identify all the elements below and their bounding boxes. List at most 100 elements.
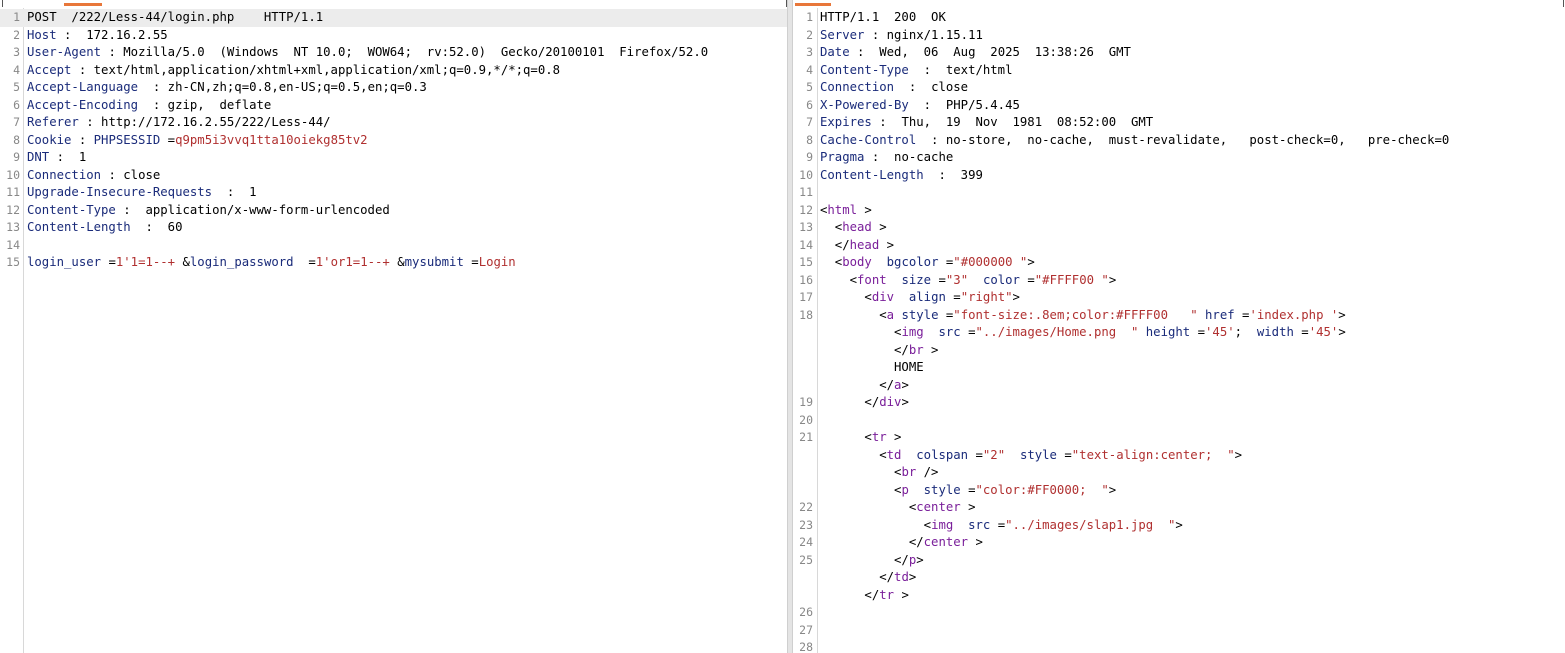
- header-name: mysubmit: [404, 255, 464, 269]
- header-name: Cache-Control: [820, 132, 917, 147]
- response-line[interactable]: 11: [793, 184, 1565, 202]
- line-number: 22: [799, 500, 813, 514]
- response-line[interactable]: HOME: [793, 359, 1565, 377]
- header-name: Pragma: [820, 150, 865, 164]
- html-tag: center: [923, 535, 969, 549]
- response-line[interactable]: <td colspan ="2" style ="text-align:cent…: [793, 447, 1565, 465]
- line-number: 26: [799, 605, 813, 619]
- response-active-tab-indicator[interactable]: [795, 3, 831, 6]
- plain-text: <: [820, 307, 887, 322]
- response-line[interactable]: 12 <html >: [793, 202, 1565, 220]
- response-line[interactable]: 23 <img src ="../images/slap1.jpg ">: [793, 517, 1565, 535]
- plain-text: : 172.16.2.55: [56, 27, 168, 42]
- response-line[interactable]: 9 Pragma : no-cache: [793, 149, 1565, 167]
- top-tab-strip: [0, 0, 1565, 8]
- request-line[interactable]: 7 Referer : http://172.16.2.55/222/Less-4…: [0, 114, 787, 132]
- response-line[interactable]: 17 <div align ="right">: [793, 289, 1565, 307]
- request-line[interactable]: 1 POST /222/Less-44/login.php HTTP/1.1: [0, 9, 787, 27]
- plain-text: >: [901, 395, 909, 409]
- plain-text: : Mozilla/5.0 (Windows NT 10.0; WOW64; r…: [101, 45, 709, 59]
- response-line[interactable]: 8 Cache-Control : no-store, no-cache, mus…: [793, 132, 1565, 150]
- response-line[interactable]: <img src ="../images/Home.png " height =…: [793, 324, 1565, 342]
- request-active-tab-indicator[interactable]: [64, 3, 102, 6]
- line-number: 18: [799, 307, 813, 322]
- response-line[interactable]: 10 Content-Length : 399: [793, 167, 1565, 185]
- response-line[interactable]: 6 X-Powered-By : PHP/5.4.45: [793, 97, 1565, 115]
- request-line[interactable]: 9 DNT : 1: [0, 149, 787, 167]
- response-line[interactable]: </tr >: [793, 587, 1565, 605]
- line-code: login_user =1'1=1--+ &login_password =1'…: [27, 254, 516, 272]
- response-line[interactable]: 5 Connection : close: [793, 79, 1565, 97]
- response-line[interactable]: 2 Server : nginx/1.15.11: [793, 27, 1565, 45]
- response-line[interactable]: 25 </p>: [793, 552, 1565, 570]
- response-line[interactable]: 3 Date : Wed, 06 Aug 2025 13:38:26 GMT: [793, 44, 1565, 62]
- plain-text: =: [101, 255, 116, 269]
- request-line[interactable]: 6 Accept-Encoding : gzip, deflate: [0, 97, 787, 115]
- response-line[interactable]: 28: [793, 639, 1565, 653]
- html-tag: td: [894, 570, 909, 584]
- line-code: <font size ="3" color ="#FFFF00 ">: [820, 272, 1117, 290]
- response-line[interactable]: <p style ="color:#FF0000; ">: [793, 482, 1565, 500]
- response-line[interactable]: 22 <center >: [793, 499, 1565, 517]
- line-code: <body bgcolor ="#000000 ">: [820, 254, 1035, 272]
- response-line[interactable]: </a>: [793, 377, 1565, 395]
- response-line[interactable]: 4 Content-Type : text/html: [793, 62, 1565, 80]
- line-number: 1: [13, 10, 20, 24]
- request-line[interactable]: 3 User-Agent : Mozilla/5.0 (Windows NT 10…: [0, 44, 787, 62]
- response-line[interactable]: 26: [793, 604, 1565, 622]
- plain-text: >: [857, 202, 872, 217]
- attribute-value: "font-size:.8em;color:#FFFF00 ": [953, 307, 1198, 322]
- header-name: Accept-Language: [27, 80, 139, 94]
- response-lines: 1 HTTP/1.1 200 OK 2 Server : nginx/1.15.11 3…: [793, 9, 1565, 653]
- plain-text: <: [820, 517, 932, 532]
- plain-text: =: [1293, 325, 1309, 339]
- response-line[interactable]: 15 <body bgcolor ="#000000 ">: [793, 254, 1565, 272]
- request-editor[interactable]: 1 POST /222/Less-44/login.php HTTP/1.1 2 Ho…: [0, 8, 787, 653]
- header-name: Accept: [27, 62, 72, 77]
- line-code: </center >: [820, 534, 983, 552]
- request-line[interactable]: 12 Content-Type : application/x-www-form-…: [0, 202, 787, 220]
- request-line[interactable]: 5 Accept-Language : zh-CN,zh;q=0.8,en-US;…: [0, 79, 787, 97]
- response-line[interactable]: 21 <tr >: [793, 429, 1565, 447]
- request-line[interactable]: 8 Cookie : PHPSESSID =q9pm5i3vvq1tta10oie…: [0, 132, 787, 150]
- response-line[interactable]: 20: [793, 412, 1565, 430]
- line-code: User-Agent : Mozilla/5.0 (Windows NT 10.…: [27, 44, 708, 62]
- request-line[interactable]: 14: [0, 237, 787, 255]
- request-line[interactable]: 4 Accept : text/html,application/xhtml+xm…: [0, 62, 787, 80]
- html-attribute: src: [938, 325, 961, 339]
- param-value: Login: [478, 255, 516, 269]
- response-line[interactable]: </br >: [793, 342, 1565, 360]
- plain-text: =: [945, 290, 961, 304]
- request-line[interactable]: 15 login_user =1'1=1--+ &login_password =…: [0, 254, 787, 272]
- request-line[interactable]: 2 Host : 172.16.2.55: [0, 27, 787, 45]
- response-editor[interactable]: 1 HTTP/1.1 200 OK 2 Server : nginx/1.15.11 3…: [793, 8, 1565, 653]
- line-code: <head >: [820, 219, 887, 237]
- plain-text: : application/x-www-form-urlencoded: [115, 202, 390, 217]
- line-code: DNT : 1: [27, 149, 86, 167]
- response-line[interactable]: </td>: [793, 569, 1565, 587]
- attribute-value: 'index.php ': [1249, 307, 1339, 322]
- response-line[interactable]: <br />: [793, 464, 1565, 482]
- response-line[interactable]: 7 Expires : Thu, 19 Nov 1981 08:52:00 GMT: [793, 114, 1565, 132]
- response-line[interactable]: 27: [793, 622, 1565, 640]
- html-attribute: style: [901, 307, 939, 322]
- line-number: 6: [13, 97, 20, 112]
- response-line[interactable]: 19 </div>: [793, 394, 1565, 412]
- line-number: 4: [806, 62, 813, 77]
- request-line[interactable]: 13 Content-Length : 60: [0, 219, 787, 237]
- plain-text: ;: [1234, 325, 1257, 339]
- response-line[interactable]: 16 <font size ="3" color ="#FFFF00 ">: [793, 272, 1565, 290]
- line-code: <td colspan ="2" style ="text-align:cent…: [820, 447, 1242, 465]
- response-line[interactable]: 14 </head >: [793, 237, 1565, 255]
- request-line[interactable]: 11 Upgrade-Insecure-Requests : 1: [0, 184, 787, 202]
- header-name: Accept-Encoding: [27, 97, 139, 112]
- response-line[interactable]: 1 HTTP/1.1 200 OK: [793, 9, 1565, 27]
- header-name: Content-Length: [820, 167, 924, 182]
- response-line[interactable]: 13 <head >: [793, 219, 1565, 237]
- line-code: </td>: [820, 569, 916, 587]
- request-line[interactable]: 10 Connection : close: [0, 167, 787, 185]
- response-line[interactable]: 24 </center >: [793, 534, 1565, 552]
- html-tag: td: [886, 447, 902, 462]
- line-number: 28: [799, 640, 813, 653]
- response-line[interactable]: 18 <a style ="font-size:.8em;color:#FFFF…: [793, 307, 1565, 325]
